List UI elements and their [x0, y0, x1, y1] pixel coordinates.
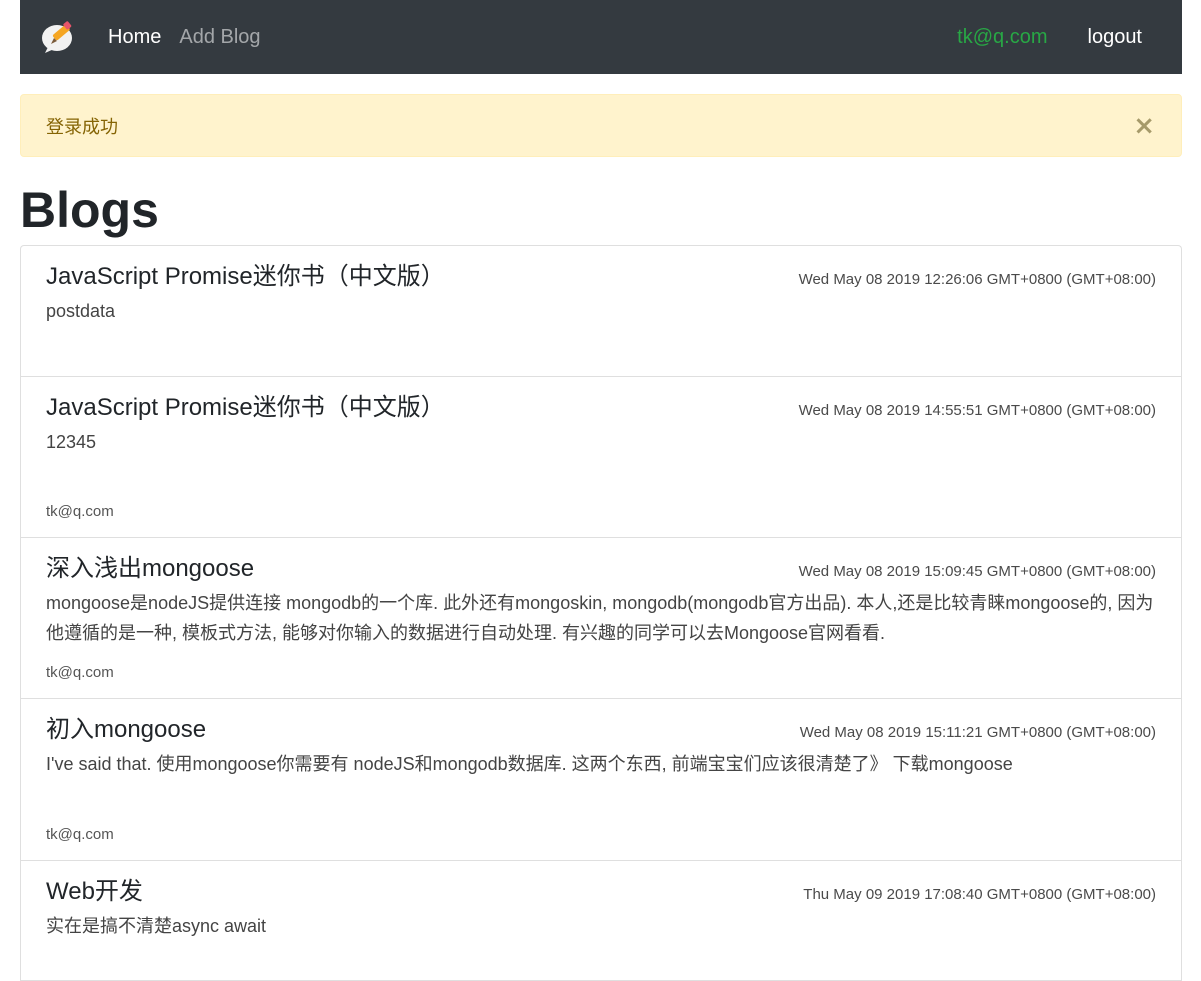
blog-author: tk@q.com: [46, 664, 114, 681]
blog-item-header: JavaScript Promise迷你书（中文版） Wed May 08 20…: [46, 391, 1156, 425]
blog-list-item[interactable]: 初入mongoose Wed May 08 2019 15:11:21 GMT+…: [21, 699, 1181, 861]
blog-title: 初入mongoose: [46, 716, 207, 743]
blog-list-item[interactable]: Web开发 Thu May 09 2019 17:08:40 GMT+0800 …: [21, 861, 1181, 981]
close-icon[interactable]: ×: [1133, 113, 1155, 139]
blog-item-header: 初入mongoose Wed May 08 2019 15:11:21 GMT+…: [46, 713, 1156, 747]
page-title: Blogs: [20, 182, 159, 238]
blog-author: tk@q.com: [46, 503, 114, 520]
blog-title: 深入浅出mongoose: [46, 555, 255, 582]
navbar: Home Add Blog tk@q.com logout: [20, 0, 1182, 74]
success-alert: 登录成功 ×: [20, 94, 1182, 157]
blog-list-item[interactable]: JavaScript Promise迷你书（中文版） Wed May 08 20…: [21, 246, 1181, 377]
page-container: Home Add Blog tk@q.com logout 登录成功 × Blo…: [20, 0, 1182, 981]
blog-date: Thu May 09 2019 17:08:40 GMT+0800 (GMT+0…: [803, 886, 1156, 903]
blog-date: Wed May 08 2019 12:26:06 GMT+0800 (GMT+0…: [798, 271, 1156, 288]
blog-item-header: 深入浅出mongoose Wed May 08 2019 15:09:45 GM…: [46, 552, 1156, 586]
blog-item-header: Web开发 Thu May 09 2019 17:08:40 GMT+0800 …: [46, 875, 1156, 909]
blog-body: 12345: [46, 432, 97, 452]
blog-author: tk@q.com: [46, 826, 114, 843]
blog-body: postdata: [46, 301, 116, 321]
blog-title: JavaScript Promise迷你书（中文版）: [46, 394, 445, 421]
nav-user-email[interactable]: tk@q.com: [957, 26, 1047, 49]
blog-date: Wed May 08 2019 15:11:21 GMT+0800 (GMT+0…: [799, 724, 1156, 741]
blog-body: mongoose是nodeJS提供连接 mongodb的一个库. 此外还有mon…: [46, 593, 1154, 643]
logout-link[interactable]: logout: [1088, 26, 1143, 49]
blog-title: JavaScript Promise迷你书（中文版）: [46, 263, 445, 290]
chat-pencil-logo-icon[interactable]: [40, 19, 76, 55]
blog-list-item[interactable]: 深入浅出mongoose Wed May 08 2019 15:09:45 GM…: [21, 538, 1181, 699]
nav-add-blog-link[interactable]: Add Blog: [179, 26, 260, 49]
blog-title: Web开发: [46, 878, 143, 905]
blog-item-header: JavaScript Promise迷你书（中文版） Wed May 08 20…: [46, 260, 1156, 294]
blog-date: Wed May 08 2019 15:09:45 GMT+0800 (GMT+0…: [798, 563, 1156, 580]
blog-body: I've said that. 使用mongoose你需要有 nodeJS和mo…: [46, 754, 1013, 774]
blog-list: JavaScript Promise迷你书（中文版） Wed May 08 20…: [20, 245, 1182, 981]
nav-home-link[interactable]: Home: [108, 26, 161, 49]
blog-date: Wed May 08 2019 14:55:51 GMT+0800 (GMT+0…: [798, 402, 1156, 419]
alert-message: 登录成功: [46, 116, 118, 137]
blog-list-item[interactable]: JavaScript Promise迷你书（中文版） Wed May 08 20…: [21, 377, 1181, 538]
blog-body: 实在是搞不清楚async await: [46, 916, 267, 936]
